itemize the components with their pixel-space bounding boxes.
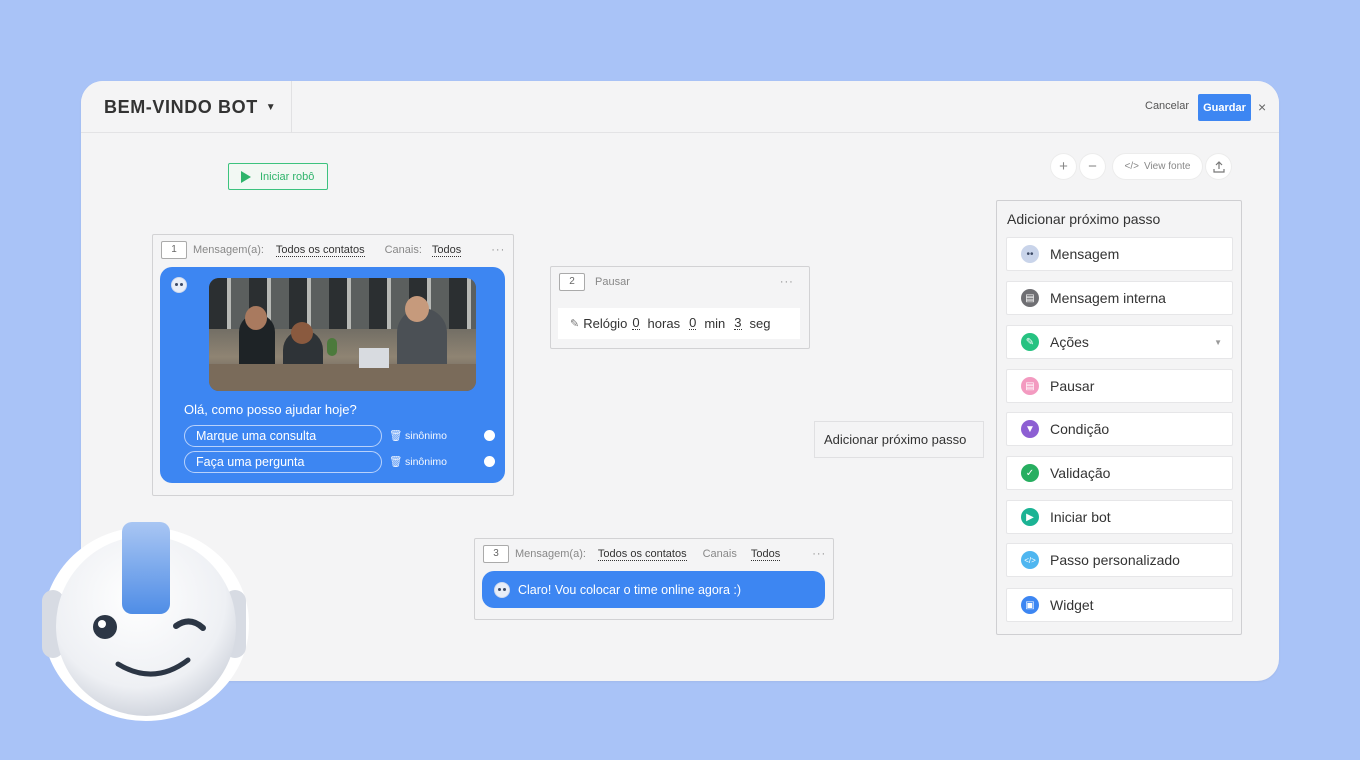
message-bubble[interactable]: Claro! Vou colocar o time online agora :… <box>482 571 825 608</box>
message-type-label: Mensagem(a): <box>193 244 264 256</box>
pencil-icon: ✎ <box>1021 333 1039 351</box>
message-image <box>209 278 476 391</box>
add-next-step-button[interactable]: Adicionar próximo passo <box>814 421 984 458</box>
minus-icon: − <box>1088 158 1097 175</box>
pause-icon: ▤ <box>1021 377 1039 395</box>
step-option-label: Mensagem <box>1050 246 1120 262</box>
pause-title: Pausar <box>595 276 630 288</box>
top-bar: BEM-VINDO BOT ▼ Cancelar Guardar × <box>81 81 1279 133</box>
step-number: 1 <box>161 241 187 259</box>
step-option-widget[interactable]: ▣ Widget <box>1006 588 1233 622</box>
step-option-mensagem[interactable]: •• Mensagem <box>1006 237 1233 271</box>
synonym-link[interactable]: sinônimo <box>405 430 447 442</box>
trash-icon[interactable]: 🗑 <box>389 455 402 468</box>
filter-icon: ▼ <box>1021 420 1039 438</box>
code-icon: </> <box>1124 161 1139 172</box>
plus-icon: + <box>1059 158 1068 175</box>
step-3-card[interactable]: 3 Mensagem(a): Todos os contatos Canais … <box>474 538 834 620</box>
step-option-label: Mensagem interna <box>1050 290 1166 306</box>
start-bot-label: Iniciar robô <box>260 170 315 183</box>
panel-title: Adicionar próximo passo <box>1007 211 1161 227</box>
step-option-validacao[interactable]: ✓ Validação <box>1006 456 1233 490</box>
channels-label: Canais: <box>384 244 422 256</box>
step-option-iniciar-bot[interactable]: ▶ Iniciar bot <box>1006 500 1233 534</box>
check-icon: ✓ <box>1021 464 1039 482</box>
step-option-condicao[interactable]: ▼ Condição <box>1006 412 1233 446</box>
channels-select[interactable]: Todos <box>750 548 781 561</box>
bot-title-selector[interactable]: BEM-VINDO BOT ▼ <box>81 81 292 133</box>
cancel-button[interactable]: Cancelar <box>1145 100 1189 112</box>
view-source-label: View fonte <box>1143 161 1191 172</box>
seconds-label: seg <box>749 316 771 331</box>
save-button[interactable]: Guardar <box>1198 94 1251 121</box>
step-option-label: Pausar <box>1050 378 1095 394</box>
step-option-label: Widget <box>1050 597 1094 613</box>
upload-icon <box>1212 160 1225 173</box>
export-button[interactable] <box>1206 154 1231 179</box>
step-option-label: Ações <box>1050 334 1089 350</box>
bot-title: BEM-VINDO BOT <box>104 96 258 117</box>
step-option-label: Validação <box>1050 465 1111 481</box>
option-button[interactable]: Marque uma consulta <box>184 425 382 447</box>
step-menu-icon[interactable]: ··· <box>780 276 794 288</box>
robot-mascot-icon <box>42 522 249 721</box>
step-option-acoes[interactable]: ✎ Ações ▼ <box>1006 325 1233 359</box>
hours-label: horas <box>647 316 681 331</box>
option-connector-handle[interactable] <box>484 456 495 467</box>
step-option-pausar[interactable]: ▤ Pausar <box>1006 369 1233 403</box>
minutes-label: min <box>704 316 726 331</box>
add-next-step-panel: Adicionar próximo passo •• Mensagem ▤ Me… <box>996 200 1242 635</box>
close-icon[interactable]: × <box>1258 99 1266 115</box>
audience-select[interactable]: Todos os contatos <box>275 244 365 257</box>
step-3-header: 3 Mensagem(a): Todos os contatos Canais … <box>475 539 833 569</box>
step-option-label: Passo personalizado <box>1050 552 1180 568</box>
chevron-down-icon: ▼ <box>265 101 276 113</box>
message-text: Claro! Vou colocar o time online agora :… <box>518 582 742 597</box>
step-option-label: Condição <box>1050 421 1110 437</box>
channels-select[interactable]: Todos <box>431 244 462 257</box>
bot-icon: •• <box>1021 245 1039 263</box>
chevron-down-icon[interactable]: ▼ <box>1214 338 1222 347</box>
widget-icon: ▣ <box>1021 596 1039 614</box>
step-option-label: Iniciar bot <box>1050 509 1111 525</box>
step-option-passo-personalizado[interactable]: </> Passo personalizado <box>1006 543 1233 577</box>
play-icon: ▶ <box>1021 508 1039 526</box>
message-bubble[interactable]: Olá, como posso ajudar hoje? Marque uma … <box>160 267 505 483</box>
message-type-label: Mensagem(a): <box>515 548 586 560</box>
step-number: 3 <box>483 545 509 563</box>
step-2-card[interactable]: 2 Pausar ··· ✎ Relógio 0 horas 0 min 3 s… <box>550 266 810 349</box>
note-icon: ▤ <box>1021 289 1039 307</box>
trash-icon[interactable]: 🗑 <box>389 429 402 442</box>
step-1-header: 1 Mensagem(a): Todos os contatos Canais:… <box>153 235 513 265</box>
step-menu-icon[interactable]: ··· <box>491 244 505 256</box>
code-icon: </> <box>1021 551 1039 569</box>
option-connector-handle[interactable] <box>484 430 495 441</box>
view-source-button[interactable]: </> View fonte <box>1113 154 1202 179</box>
step-1-card[interactable]: 1 Mensagem(a): Todos os contatos Canais:… <box>152 234 514 496</box>
start-bot-button[interactable]: Iniciar robô <box>228 163 328 190</box>
channels-label: Canais <box>702 548 737 560</box>
step-option-mensagem-interna[interactable]: ▤ Mensagem interna <box>1006 281 1233 315</box>
synonym-link[interactable]: sinônimo <box>405 456 447 468</box>
play-icon <box>241 170 251 183</box>
message-text: Olá, como posso ajudar hoje? <box>184 402 357 417</box>
zoom-in-button[interactable]: + <box>1051 154 1076 179</box>
option-button[interactable]: Faça uma pergunta <box>184 451 382 473</box>
seconds-input[interactable]: 3 <box>734 316 742 330</box>
step-2-header: 2 Pausar ··· <box>551 267 809 297</box>
zoom-out-button[interactable]: − <box>1080 154 1105 179</box>
minutes-input[interactable]: 0 <box>689 316 697 330</box>
bot-avatar <box>494 581 510 598</box>
step-number: 2 <box>559 273 585 291</box>
clock-label: Relógio <box>583 316 628 331</box>
pause-timer: ✎ Relógio 0 horas 0 min 3 seg <box>558 308 800 339</box>
step-menu-icon[interactable]: ··· <box>812 548 826 560</box>
audience-select[interactable]: Todos os contatos <box>597 548 687 561</box>
pencil-icon[interactable]: ✎ <box>570 317 579 330</box>
bot-avatar <box>171 277 187 293</box>
hours-input[interactable]: 0 <box>632 316 640 330</box>
